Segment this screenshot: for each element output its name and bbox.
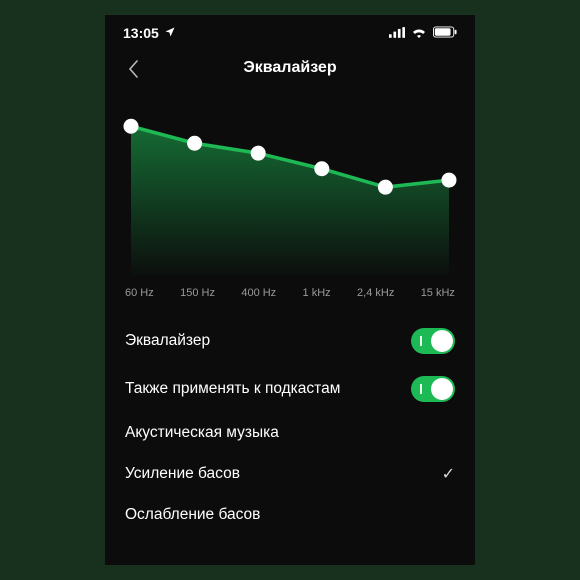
setting-label: Также применять к подкастам — [125, 380, 340, 398]
location-arrow-icon — [164, 25, 176, 41]
preset-label: Ослабление басов — [125, 506, 260, 524]
status-time: 13:05 — [123, 25, 159, 41]
equalizer-chart[interactable]: 60 Hz 150 Hz 400 Hz 1 kHz 2,4 kHz 15 kHz — [105, 95, 475, 299]
settings-list: Эквалайзер Также применять к подкастам А… — [105, 299, 475, 535]
toggle-equalizer[interactable] — [411, 328, 455, 354]
setting-apply-podcasts[interactable]: Также применять к подкастам — [125, 365, 455, 413]
freq-label: 2,4 kHz — [357, 287, 394, 299]
eq-handle-3[interactable] — [314, 161, 329, 176]
nav-bar: Эквалайзер — [105, 47, 475, 95]
freq-label: 1 kHz — [303, 287, 331, 299]
status-left: 13:05 — [123, 25, 176, 41]
app-screen: 13:05 Эквалайзер — [105, 15, 475, 565]
freq-label: 400 Hz — [241, 287, 276, 299]
eq-handle-4[interactable] — [378, 180, 393, 195]
freq-label: 60 Hz — [125, 287, 154, 299]
preset-label: Усиление басов — [125, 465, 240, 483]
preset-row[interactable]: Акустическая музыка — [125, 413, 455, 453]
status-right — [389, 25, 457, 41]
freq-label: 150 Hz — [180, 287, 215, 299]
eq-handle-1[interactable] — [187, 136, 202, 151]
freq-label: 15 kHz — [421, 287, 455, 299]
status-bar: 13:05 — [105, 15, 475, 47]
wifi-icon — [411, 25, 427, 41]
setting-label: Эквалайзер — [125, 332, 210, 350]
equalizer-curve[interactable] — [123, 105, 457, 275]
toggle-apply-podcasts[interactable] — [411, 376, 455, 402]
preset-row[interactable]: Ослабление басов — [125, 495, 455, 535]
page-title: Эквалайзер — [243, 59, 336, 77]
eq-handle-2[interactable] — [251, 146, 266, 161]
chevron-left-icon — [128, 60, 139, 78]
back-button[interactable] — [121, 57, 145, 81]
check-icon: ✓ — [442, 464, 455, 484]
eq-handle-0[interactable] — [124, 119, 139, 134]
equalizer-freq-labels: 60 Hz 150 Hz 400 Hz 1 kHz 2,4 kHz 15 kHz — [123, 275, 457, 299]
setting-equalizer[interactable]: Эквалайзер — [125, 317, 455, 365]
signal-icon — [389, 25, 405, 41]
preset-row[interactable]: Усиление басов ✓ — [125, 453, 455, 495]
preset-label: Акустическая музыка — [125, 424, 279, 442]
eq-handle-5[interactable] — [442, 173, 457, 188]
battery-icon — [433, 25, 457, 41]
